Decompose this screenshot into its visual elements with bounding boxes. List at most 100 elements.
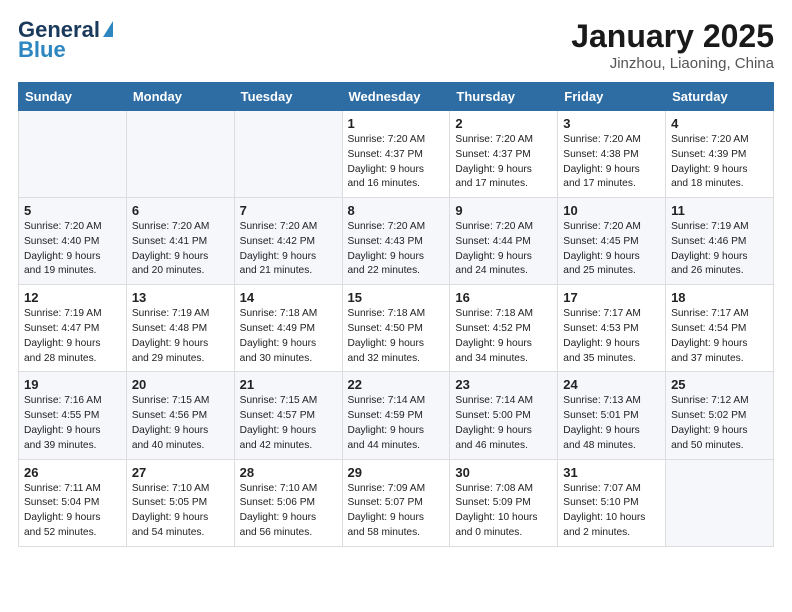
day-number: 24 [563, 377, 660, 392]
day-info: Sunrise: 7:16 AMSunset: 4:55 PMDaylight:… [24, 394, 121, 453]
table-row: 5Sunrise: 7:20 AMSunset: 4:40 PMDaylight… [19, 198, 127, 285]
day-number: 17 [563, 290, 660, 305]
day-number: 30 [455, 465, 552, 480]
table-row: 13 Sunrise: 7:19 AMSunset: 4:48 PMDayligh… [126, 285, 234, 372]
day-number: 14 [240, 290, 337, 305]
day-number: 13 [132, 290, 229, 305]
header-sunday: Sunday [19, 83, 127, 111]
day-number: 29 [348, 465, 445, 480]
day-number: 2 [455, 116, 552, 131]
calendar-title: January 2025 [571, 18, 774, 55]
day-number: 6 [132, 203, 229, 218]
table-row [126, 111, 234, 198]
table-row: 18 Sunrise: 7:17 AMSunset: 4:54 PMDayligh… [666, 285, 774, 372]
day-info: Sunrise: 7:12 AMSunset: 5:02 PMDaylight:… [671, 394, 768, 453]
table-row: 21 Sunrise: 7:15 AMSunset: 4:57 PMDayligh… [234, 372, 342, 459]
table-row: 4 Sunrise: 7:20 AMSunset: 4:39 PMDaylight… [666, 111, 774, 198]
calendar-header-row: Sunday Monday Tuesday Wednesday Thursday… [19, 83, 774, 111]
day-info: Sunrise: 7:20 AMSunset: 4:38 PMDaylight:… [563, 133, 660, 192]
table-row: 7 Sunrise: 7:20 AMSunset: 4:42 PMDaylight… [234, 198, 342, 285]
table-row: 14 Sunrise: 7:18 AMSunset: 4:49 PMDayligh… [234, 285, 342, 372]
logo-triangle-icon [103, 21, 113, 37]
day-number: 19 [24, 377, 121, 392]
day-info: Sunrise: 7:10 AMSunset: 5:06 PMDaylight:… [240, 482, 337, 541]
day-info: Sunrise: 7:17 AMSunset: 4:54 PMDaylight:… [671, 307, 768, 366]
day-number: 22 [348, 377, 445, 392]
table-row: 17 Sunrise: 7:17 AMSunset: 4:53 PMDayligh… [558, 285, 666, 372]
table-row: 3Sunrise: 7:20 AMSunset: 4:38 PMDaylight… [558, 111, 666, 198]
day-number: 7 [240, 203, 337, 218]
table-row: 2 Sunrise: 7:20 AMSunset: 4:37 PMDaylight… [450, 111, 558, 198]
day-number: 26 [24, 465, 121, 480]
day-number: 12 [24, 290, 121, 305]
day-number: 20 [132, 377, 229, 392]
day-info: Sunrise: 7:20 AMSunset: 4:41 PMDaylight:… [132, 220, 229, 279]
table-row [666, 459, 774, 546]
day-info: Sunrise: 7:07 AMSunset: 5:10 PMDaylight:… [563, 482, 660, 541]
day-info: Sunrise: 7:14 AMSunset: 5:00 PMDaylight:… [455, 394, 552, 453]
table-row: 9 Sunrise: 7:20 AMSunset: 4:44 PMDaylight… [450, 198, 558, 285]
day-number: 1 [348, 116, 445, 131]
day-info: Sunrise: 7:20 AMSunset: 4:37 PMDaylight:… [455, 133, 552, 192]
day-info: Sunrise: 7:09 AMSunset: 5:07 PMDaylight:… [348, 482, 445, 541]
day-number: 28 [240, 465, 337, 480]
page: General Blue January 2025 Jinzhou, Liaon… [0, 0, 792, 561]
day-info: Sunrise: 7:14 AMSunset: 4:59 PMDaylight:… [348, 394, 445, 453]
table-row [19, 111, 127, 198]
day-info: Sunrise: 7:19 AMSunset: 4:47 PMDaylight:… [24, 307, 121, 366]
table-row [234, 111, 342, 198]
header-saturday: Saturday [666, 83, 774, 111]
day-info: Sunrise: 7:15 AMSunset: 4:56 PMDaylight:… [132, 394, 229, 453]
day-number: 23 [455, 377, 552, 392]
table-row: 11 Sunrise: 7:19 AMSunset: 4:46 PMDayligh… [666, 198, 774, 285]
day-info: Sunrise: 7:08 AMSunset: 5:09 PMDaylight:… [455, 482, 552, 541]
header-wednesday: Wednesday [342, 83, 450, 111]
day-number: 9 [455, 203, 552, 218]
table-row: 6 Sunrise: 7:20 AMSunset: 4:41 PMDaylight… [126, 198, 234, 285]
table-row: 24 Sunrise: 7:13 AMSunset: 5:01 PMDayligh… [558, 372, 666, 459]
day-number: 4 [671, 116, 768, 131]
table-row: 19 Sunrise: 7:16 AMSunset: 4:55 PMDayligh… [19, 372, 127, 459]
day-info: Sunrise: 7:19 AMSunset: 4:46 PMDaylight:… [671, 220, 768, 279]
table-row: 22 Sunrise: 7:14 AMSunset: 4:59 PMDayligh… [342, 372, 450, 459]
day-info: Sunrise: 7:20 AMSunset: 4:39 PMDaylight:… [671, 133, 768, 192]
day-number: 11 [671, 203, 768, 218]
table-row: 25 Sunrise: 7:12 AMSunset: 5:02 PMDayligh… [666, 372, 774, 459]
day-number: 25 [671, 377, 768, 392]
table-row: 15Sunrise: 7:18 AMSunset: 4:50 PMDayligh… [342, 285, 450, 372]
day-number: 15 [348, 290, 445, 305]
table-row: 27Sunrise: 7:10 AMSunset: 5:05 PMDayligh… [126, 459, 234, 546]
table-row: 29 Sunrise: 7:09 AMSunset: 5:07 PMDayligh… [342, 459, 450, 546]
day-info: Sunrise: 7:11 AMSunset: 5:04 PMDaylight:… [24, 482, 121, 541]
header: General Blue January 2025 Jinzhou, Liaon… [18, 18, 774, 72]
table-row: 10 Sunrise: 7:20 AMSunset: 4:45 PMDayligh… [558, 198, 666, 285]
day-info: Sunrise: 7:17 AMSunset: 4:53 PMDaylight:… [563, 307, 660, 366]
day-number: 18 [671, 290, 768, 305]
day-info: Sunrise: 7:19 AMSunset: 4:48 PMDaylight:… [132, 307, 229, 366]
table-row: 16Sunrise: 7:18 AMSunset: 4:52 PMDayligh… [450, 285, 558, 372]
day-number: 10 [563, 203, 660, 218]
day-number: 16 [455, 290, 552, 305]
day-info: Sunrise: 7:15 AMSunset: 4:57 PMDaylight:… [240, 394, 337, 453]
table-row: 28 Sunrise: 7:10 AMSunset: 5:06 PMDayligh… [234, 459, 342, 546]
day-info: Sunrise: 7:13 AMSunset: 5:01 PMDaylight:… [563, 394, 660, 453]
table-row: 26 Sunrise: 7:11 AMSunset: 5:04 PMDayligh… [19, 459, 127, 546]
header-thursday: Thursday [450, 83, 558, 111]
day-number: 21 [240, 377, 337, 392]
day-number: 27 [132, 465, 229, 480]
table-row: 12 Sunrise: 7:19 AMSunset: 4:47 PMDayligh… [19, 285, 127, 372]
day-number: 31 [563, 465, 660, 480]
table-row: 23 Sunrise: 7:14 AMSunset: 5:00 PMDayligh… [450, 372, 558, 459]
table-row: 8Sunrise: 7:20 AMSunset: 4:43 PMDaylight… [342, 198, 450, 285]
table-row: 20 Sunrise: 7:15 AMSunset: 4:56 PMDayligh… [126, 372, 234, 459]
day-info: Sunrise: 7:18 AMSunset: 4:49 PMDaylight:… [240, 307, 337, 366]
table-row: 30 Sunrise: 7:08 AMSunset: 5:09 PMDayligh… [450, 459, 558, 546]
day-info: Sunrise: 7:20 AMSunset: 4:43 PMDaylight:… [348, 220, 445, 279]
day-info: Sunrise: 7:20 AMSunset: 4:45 PMDaylight:… [563, 220, 660, 279]
header-tuesday: Tuesday [234, 83, 342, 111]
day-info: Sunrise: 7:20 AMSunset: 4:42 PMDaylight:… [240, 220, 337, 279]
day-info: Sunrise: 7:20 AMSunset: 4:44 PMDaylight:… [455, 220, 552, 279]
title-block: January 2025 Jinzhou, Liaoning, China [571, 18, 774, 72]
day-number: 5 [24, 203, 121, 218]
calendar-table: Sunday Monday Tuesday Wednesday Thursday… [18, 82, 774, 547]
